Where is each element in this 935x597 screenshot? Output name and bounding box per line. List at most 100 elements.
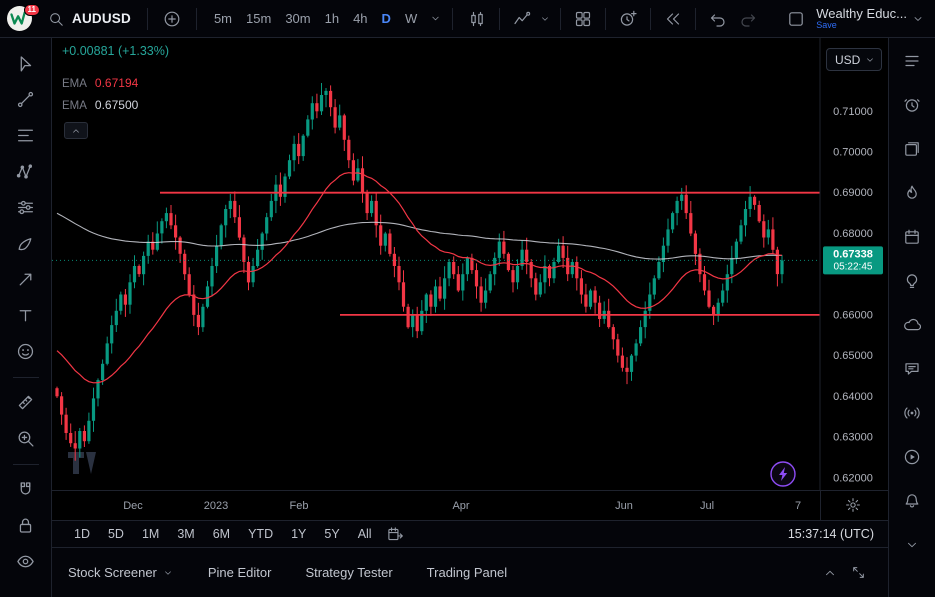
public-chat-icon[interactable] <box>896 354 928 384</box>
indicator-ema-fast[interactable]: EMA 0.67194 <box>62 76 138 90</box>
redo-icon[interactable] <box>734 5 762 33</box>
top-toolbar: 11 AUDUSD 5m15m30m1h4hDW Wealthy Educ...… <box>0 0 935 38</box>
range-3M[interactable]: 3M <box>169 524 202 544</box>
separator <box>452 8 453 30</box>
go-to-date-icon[interactable] <box>386 524 406 544</box>
calendar-icon[interactable] <box>896 222 928 252</box>
axis-separator <box>820 491 821 521</box>
tab-trading-panel[interactable]: Trading Panel <box>427 565 507 580</box>
timeframe-W[interactable]: W <box>398 7 424 30</box>
account-avatar[interactable]: 11 <box>6 5 36 33</box>
timeframe-1h[interactable]: 1h <box>318 7 346 30</box>
ema-fast-line[interactable] <box>57 173 782 383</box>
tab-stock-screener[interactable]: Stock Screener <box>68 563 174 583</box>
time-axis-label: Apr <box>452 500 469 512</box>
indicator-label: EMA <box>62 100 87 112</box>
tab-strategy-tester[interactable]: Strategy Tester <box>305 565 392 580</box>
ruler-icon[interactable] <box>9 385 43 419</box>
time-axis[interactable]: Dec2023FebAprJunJul7 <box>52 490 888 520</box>
layout-grid-icon[interactable] <box>569 5 597 33</box>
zoom-in-icon[interactable] <box>9 421 43 455</box>
price-chart[interactable]: 0.710000.700000.690000.680000.660000.650… <box>52 38 888 490</box>
lock-icon[interactable] <box>9 508 43 542</box>
alert-plus-icon[interactable] <box>614 5 642 33</box>
range-5Y[interactable]: 5Y <box>316 524 347 544</box>
chevron-down-icon <box>863 50 877 70</box>
timeframe-5m[interactable]: 5m <box>207 7 239 30</box>
play-circle-icon[interactable] <box>896 442 928 472</box>
magnet-icon[interactable] <box>9 472 43 506</box>
separator <box>499 8 500 30</box>
range-1M[interactable]: 1M <box>134 524 167 544</box>
symbol-search[interactable]: AUDUSD <box>40 6 137 32</box>
replay-icon[interactable] <box>659 5 687 33</box>
cursor-icon[interactable] <box>9 46 43 80</box>
panel-expand-icon[interactable] <box>844 559 872 587</box>
legend-collapse-button[interactable] <box>64 122 88 139</box>
save-button[interactable]: Save <box>816 20 907 31</box>
tab-label: Trading Panel <box>427 565 507 580</box>
chevron-down-icon[interactable] <box>896 530 928 560</box>
tab-pine-editor[interactable]: Pine Editor <box>208 565 272 580</box>
fib-retracement-icon[interactable] <box>9 118 43 152</box>
news-icon[interactable] <box>896 134 928 164</box>
notifications-bell-icon[interactable] <box>896 486 928 516</box>
xabcd-pattern-icon[interactable] <box>9 154 43 188</box>
ideas-bulb-icon[interactable] <box>896 266 928 296</box>
separator <box>695 8 696 30</box>
eye-icon[interactable] <box>9 544 43 578</box>
timeframe-group: 5m15m30m1h4hDW <box>207 7 424 30</box>
text-icon[interactable] <box>9 298 43 332</box>
timeframe-4h[interactable]: 4h <box>346 7 374 30</box>
time-axis-label: Jul <box>700 500 714 512</box>
range-1D[interactable]: 1D <box>66 524 98 544</box>
quick-action-lightning-icon[interactable] <box>771 462 795 486</box>
layout-menu[interactable]: Wealthy Educ... Save <box>816 7 907 31</box>
chevron-down-icon <box>162 563 174 583</box>
timeframe-D[interactable]: D <box>375 7 398 30</box>
range-1Y[interactable]: 1Y <box>283 524 314 544</box>
chevron-down-icon[interactable] <box>538 9 552 29</box>
price-axis-label: 0.65000 <box>833 350 873 362</box>
range-YTD[interactable]: YTD <box>240 524 281 544</box>
chart-area[interactable]: 0.710000.700000.690000.680000.660000.650… <box>52 38 888 490</box>
arrow-marker-icon[interactable] <box>9 262 43 296</box>
indicators-icon[interactable] <box>508 5 536 33</box>
emoji-icon[interactable] <box>9 334 43 368</box>
separator <box>605 8 606 30</box>
chevron-down-icon[interactable] <box>911 9 925 29</box>
layout-thumbnail-icon[interactable] <box>782 5 810 33</box>
range-All[interactable]: All <box>350 524 380 544</box>
indicator-value: 0.67500 <box>95 98 138 112</box>
trend-line-icon[interactable] <box>9 82 43 116</box>
compare-add-icon[interactable] <box>158 5 186 33</box>
watchlist-icon[interactable] <box>896 46 928 76</box>
range-6M[interactable]: 6M <box>205 524 238 544</box>
candles-icon[interactable] <box>463 5 491 33</box>
search-icon <box>46 9 66 29</box>
hotlist-flame-icon[interactable] <box>896 178 928 208</box>
price-axis-label: 0.63000 <box>833 432 873 444</box>
separator <box>147 8 148 30</box>
price-axis-label: 0.66000 <box>833 309 873 321</box>
panel-collapse-icon[interactable] <box>816 559 844 587</box>
price-axis-labels[interactable]: 0.710000.700000.690000.680000.660000.650… <box>833 106 873 485</box>
range-5D[interactable]: 5D <box>100 524 132 544</box>
settings-gear-icon[interactable] <box>845 497 861 513</box>
timeframe-15m[interactable]: 15m <box>239 7 278 30</box>
broadcast-icon[interactable] <box>896 398 928 428</box>
bottom-panel: Stock Screener Pine Editor Strategy Tester… <box>52 548 888 597</box>
alert-clock-icon[interactable] <box>896 90 928 120</box>
brush-icon[interactable] <box>9 226 43 260</box>
chevron-down-icon[interactable] <box>428 9 442 29</box>
undo-icon[interactable] <box>704 5 732 33</box>
svg-text:0.67338: 0.67338 <box>833 248 873 260</box>
forecast-icon[interactable] <box>9 190 43 224</box>
server-clock[interactable]: 15:37:14 (UTC) <box>788 527 874 541</box>
timeframe-30m[interactable]: 30m <box>278 7 317 30</box>
currency-dropdown[interactable]: USD <box>826 48 882 71</box>
indicator-ema-slow[interactable]: EMA 0.67500 <box>62 98 138 112</box>
range-toolbar: 1D5D1M3M6MYTD1Y5YAll 15:37:14 (UTC) <box>52 520 888 548</box>
chat-cloud-icon[interactable] <box>896 310 928 340</box>
svg-text:05:22:45: 05:22:45 <box>834 261 873 272</box>
